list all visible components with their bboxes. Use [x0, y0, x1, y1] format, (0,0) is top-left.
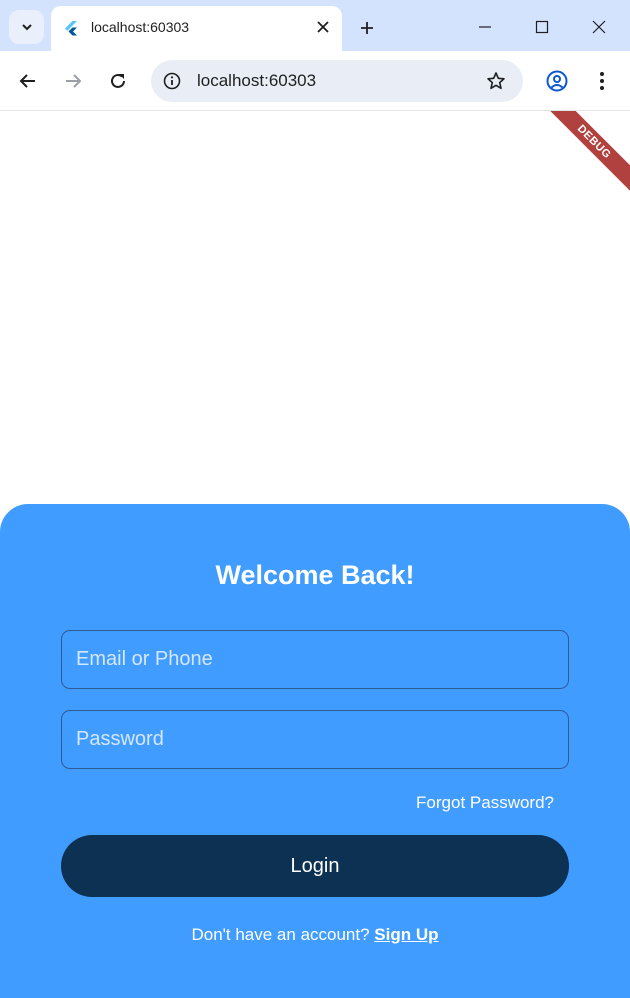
- arrow-left-icon: [19, 72, 37, 90]
- chevron-down-icon: [20, 20, 34, 34]
- browser-window: localhost:60303 localhost:60303 DEBUG We…: [0, 0, 630, 998]
- minimize-button[interactable]: [470, 12, 500, 42]
- browser-toolbar: localhost:60303: [0, 51, 630, 111]
- email-input[interactable]: [62, 631, 568, 688]
- plus-icon: [360, 21, 374, 35]
- page-viewport: DEBUG Welcome Back! Forgot Password? Log…: [0, 111, 630, 998]
- minimize-icon: [478, 20, 492, 34]
- info-icon[interactable]: [159, 68, 185, 94]
- tab-strip: localhost:60303: [0, 0, 630, 51]
- close-window-button[interactable]: [584, 12, 614, 42]
- flutter-icon: [63, 20, 79, 36]
- close-icon: [592, 20, 606, 34]
- page-title: Welcome Back!: [215, 560, 415, 590]
- forgot-password-link[interactable]: Forgot Password?: [416, 793, 554, 813]
- debug-banner: DEBUG: [538, 111, 630, 198]
- back-button[interactable]: [13, 66, 43, 96]
- arrow-right-icon: [64, 72, 82, 90]
- signup-row: Don't have an account? Sign Up: [0, 925, 630, 945]
- maximize-button[interactable]: [527, 12, 557, 42]
- more-vert-icon: [599, 71, 605, 91]
- maximize-icon: [535, 20, 549, 34]
- password-field[interactable]: [61, 710, 569, 769]
- account-circle-icon: [546, 70, 568, 92]
- browser-tab[interactable]: localhost:60303: [51, 6, 342, 51]
- login-sheet: Welcome Back! Forgot Password? Login Don…: [0, 504, 630, 998]
- reload-button[interactable]: [103, 66, 133, 96]
- signup-link[interactable]: Sign Up: [374, 925, 438, 944]
- new-tab-button[interactable]: [354, 15, 380, 41]
- reload-icon: [109, 72, 127, 90]
- url-text[interactable]: localhost:60303: [197, 71, 316, 91]
- forward-button[interactable]: [58, 66, 88, 96]
- address-bar[interactable]: localhost:60303: [151, 60, 523, 102]
- close-tab-icon[interactable]: [312, 16, 334, 38]
- tab-search-button[interactable]: [9, 10, 44, 44]
- password-input[interactable]: [62, 711, 568, 768]
- browser-menu-button[interactable]: [587, 66, 617, 96]
- profile-button[interactable]: [542, 66, 572, 96]
- login-button[interactable]: Login: [61, 835, 569, 897]
- email-field[interactable]: [61, 630, 569, 689]
- signup-prompt: Don't have an account?: [191, 925, 375, 944]
- tab-title: localhost:60303: [91, 19, 190, 35]
- bookmark-star-icon[interactable]: [483, 68, 509, 94]
